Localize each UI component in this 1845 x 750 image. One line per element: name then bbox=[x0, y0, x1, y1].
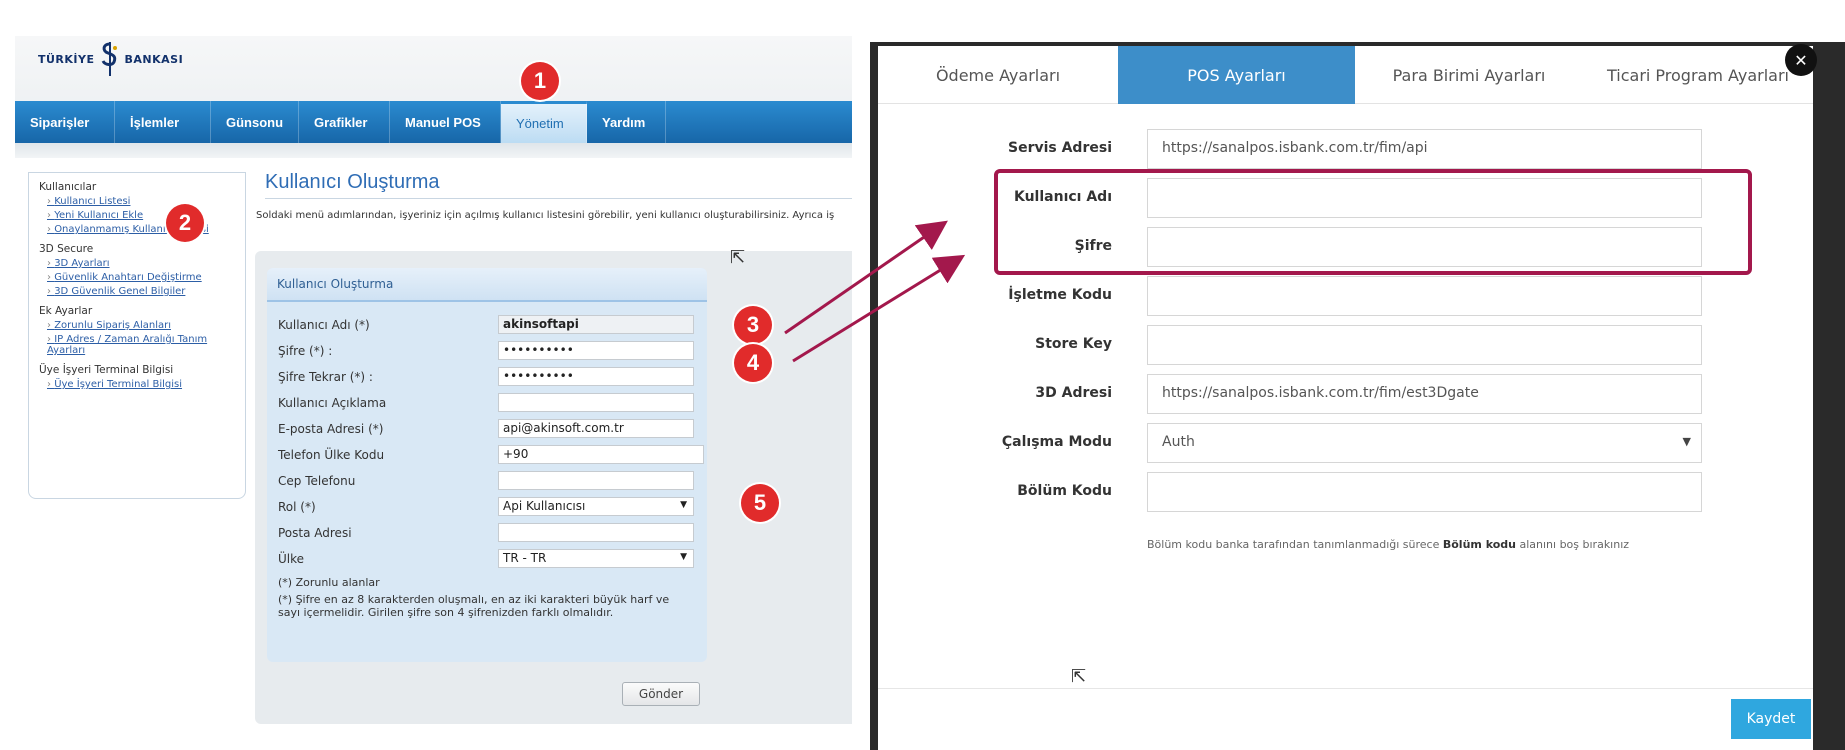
sidebar-group-title: 3D Secure bbox=[39, 243, 94, 255]
input-store-key[interactable] bbox=[1147, 325, 1702, 365]
sidebar-group-kullanicilar: Kullanıcılar Kullanıcı Listesi Yeni Kull… bbox=[39, 181, 245, 235]
isbank-logo-icon bbox=[101, 42, 117, 76]
step-badge-5: 5 bbox=[741, 484, 779, 522]
field-label-eposta: E-posta Adresi (*) bbox=[278, 422, 384, 436]
tab-ticari-program[interactable]: Ticari Program Ayarları bbox=[1583, 46, 1813, 104]
bank-main-nav: Siparişler İşlemler Günsonu Grafikler Ma… bbox=[15, 101, 852, 143]
nav-yonetim[interactable]: Yönetim bbox=[501, 101, 587, 143]
mouse-cursor-icon: ⇱ bbox=[1071, 666, 1087, 687]
close-icon[interactable]: ✕ bbox=[1785, 44, 1817, 76]
field-label-cep-telefonu: Cep Telefonu bbox=[278, 474, 356, 488]
tab-para-birimi[interactable]: Para Birimi Ayarları bbox=[1355, 46, 1583, 104]
page-title: Kullanıcı Oluşturma bbox=[265, 171, 852, 199]
nav-shadow bbox=[15, 143, 852, 158]
hint-pre: Bölüm kodu banka tarafından tanımlanmadı… bbox=[1147, 538, 1440, 551]
stage: TÜRKİYE BANKASI Siparişler İşlemler Güns… bbox=[0, 0, 1845, 750]
step-badge-4: 4 bbox=[734, 344, 772, 382]
field-cep-telefonu[interactable] bbox=[498, 471, 694, 490]
password-rule-note-2: sayı içermelidir. Girilen şifre son 4 şi… bbox=[278, 606, 614, 619]
form-card-title: Kullanıcı Oluşturma bbox=[267, 268, 707, 302]
sidebar-link-zorunlu-siparis[interactable]: Zorunlu Sipariş Alanları bbox=[47, 320, 245, 331]
label-calisma-modu: Çalışma Modu bbox=[1001, 434, 1112, 450]
field-sifre-tekrar[interactable]: •••••••••• bbox=[498, 367, 694, 386]
credentials-highlight-box bbox=[994, 169, 1752, 275]
tab-pos-ayarlari[interactable]: POS Ayarları bbox=[1118, 46, 1355, 104]
mouse-cursor-icon: ⇱ bbox=[730, 247, 746, 268]
sidebar-group-title: Ek Ayarlar bbox=[39, 305, 93, 317]
field-label-posta-adresi: Posta Adresi bbox=[278, 526, 352, 540]
bank-logo[interactable]: TÜRKİYE BANKASI bbox=[38, 42, 183, 76]
field-label-ulke: Ülke bbox=[278, 552, 305, 566]
field-label-sifre: Şifre (*) : bbox=[278, 344, 333, 358]
nav-grafikler[interactable]: Grafikler bbox=[299, 101, 390, 143]
field-ulke-select[interactable]: TR - TR bbox=[498, 549, 694, 568]
sidebar-group-terminal: Üye İşyeri Terminal Bilgisi Üye İşyeri T… bbox=[39, 364, 245, 390]
label-store-key: Store Key bbox=[1035, 336, 1112, 352]
sidebar-link-kullanici-listesi[interactable]: Kullanıcı Listesi bbox=[47, 196, 245, 207]
step-badge-1: 1 bbox=[521, 62, 559, 100]
modal-tabs: Ödeme Ayarları POS Ayarları Para Birimi … bbox=[878, 46, 1813, 104]
logo-text-right: BANKASI bbox=[124, 52, 184, 66]
select-calisma-modu[interactable]: Auth ▼ bbox=[1147, 423, 1702, 463]
input-isletme-kodu[interactable] bbox=[1147, 276, 1702, 316]
required-note: (*) Zorunlu alanlar bbox=[278, 576, 380, 589]
bolum-kodu-hint: Bölüm kodu banka tarafından tanımlanmadı… bbox=[1147, 538, 1629, 551]
save-button[interactable]: Kaydet bbox=[1731, 699, 1811, 739]
select-calisma-modu-value: Auth bbox=[1162, 434, 1195, 450]
label-3d-adresi: 3D Adresi bbox=[1035, 385, 1112, 401]
field-eposta[interactable]: api@akinsoft.com.tr bbox=[498, 419, 694, 438]
sidebar-group-3d-secure: 3D Secure 3D Ayarları Güvenlik Anahtarı … bbox=[39, 243, 245, 297]
sidebar-link-ip-adres[interactable]: IP Adres / Zaman Aralığı Tanım Ayarları bbox=[47, 334, 245, 356]
bank-sidebar: Kullanıcılar Kullanıcı Listesi Yeni Kull… bbox=[28, 172, 246, 499]
nav-siparisler[interactable]: Siparişler bbox=[15, 101, 115, 143]
page-intro: Soldaki menü adımlarından, işyeriniz içi… bbox=[256, 210, 835, 221]
step-badge-3: 3 bbox=[734, 306, 772, 344]
input-servis-adresi[interactable]: https://sanalpos.isbank.com.tr/fim/api bbox=[1147, 129, 1702, 169]
input-bolum-kodu[interactable] bbox=[1147, 472, 1702, 512]
nav-gunsonu[interactable]: Günsonu bbox=[211, 101, 299, 143]
field-rol-value: Api Kullanıcısı bbox=[503, 499, 586, 513]
field-rol-select[interactable]: Api Kullanıcısı bbox=[498, 497, 694, 516]
password-rule-note-1: (*) Şifre en az 8 karakterden oluşmalı, … bbox=[278, 593, 670, 606]
field-aciklama[interactable] bbox=[498, 393, 694, 412]
field-label-sifre-tekrar: Şifre Tekrar (*) : bbox=[278, 370, 373, 384]
hint-bold: Bölüm kodu bbox=[1442, 538, 1516, 551]
step-badge-2: 2 bbox=[166, 204, 204, 242]
nav-manuel-pos[interactable]: Manuel POS bbox=[390, 101, 501, 143]
sidebar-link-3d-genel-bilgiler[interactable]: 3D Güvenlik Genel Bilgiler bbox=[47, 286, 245, 297]
sidebar-group-ek-ayarlar: Ek Ayarlar Zorunlu Sipariş Alanları IP A… bbox=[39, 305, 245, 356]
input-3d-adresi[interactable]: https://sanalpos.isbank.com.tr/fim/est3D… bbox=[1147, 374, 1702, 414]
label-isletme-kodu: İşletme Kodu bbox=[1008, 287, 1112, 303]
field-posta-adresi[interactable] bbox=[498, 523, 694, 542]
sidebar-group-title: Kullanıcılar bbox=[39, 181, 97, 193]
field-label-ulke-kodu: Telefon Ülke Kodu bbox=[278, 448, 385, 462]
chevron-down-icon: ▼ bbox=[1682, 435, 1691, 448]
field-label-rol: Rol (*) bbox=[278, 500, 316, 514]
sidebar-link-3d-ayarlari[interactable]: 3D Ayarları bbox=[47, 258, 245, 269]
field-sifre[interactable]: •••••••••• bbox=[498, 341, 694, 360]
sidebar-link-yeni-kullanici-ekle[interactable]: Yeni Kullanıcı Ekle bbox=[47, 210, 245, 221]
tab-odeme-ayarlari[interactable]: Ödeme Ayarları bbox=[878, 46, 1118, 104]
field-kullanici-adi[interactable]: akinsoftapi bbox=[498, 315, 694, 334]
logo-text-left: TÜRKİYE bbox=[38, 52, 95, 66]
nav-yardim[interactable]: Yardım bbox=[587, 101, 666, 143]
field-ulke-value: TR - TR bbox=[503, 551, 547, 565]
sidebar-link-guvenlik-anahtari[interactable]: Güvenlik Anahtarı Değiştirme bbox=[47, 272, 245, 283]
sidebar-link-terminal-bilgisi[interactable]: Üye İşyeri Terminal Bilgisi bbox=[47, 379, 245, 390]
sidebar-group-title: Üye İşyeri Terminal Bilgisi bbox=[39, 364, 174, 376]
label-servis-adresi: Servis Adresi bbox=[1007, 140, 1112, 156]
submit-button[interactable]: Gönder bbox=[622, 682, 700, 706]
label-bolum-kodu: Bölüm Kodu bbox=[1017, 483, 1112, 499]
field-label-aciklama: Kullanıcı Açıklama bbox=[278, 396, 387, 410]
hint-post: alanını boş bırakınız bbox=[1519, 538, 1630, 551]
sidebar-link-onaylanmamis[interactable]: Onaylanmamış Kullanıcı Listesi bbox=[47, 224, 245, 235]
nav-islemler[interactable]: İşlemler bbox=[115, 101, 211, 143]
field-ulke-kodu[interactable]: +90 bbox=[498, 445, 704, 464]
modal-footer-divider bbox=[878, 688, 1813, 689]
field-label-kullanici-adi: Kullanıcı Adı (*) bbox=[278, 318, 370, 332]
bank-admin-panel: TÜRKİYE BANKASI Siparişler İşlemler Güns… bbox=[0, 0, 852, 750]
